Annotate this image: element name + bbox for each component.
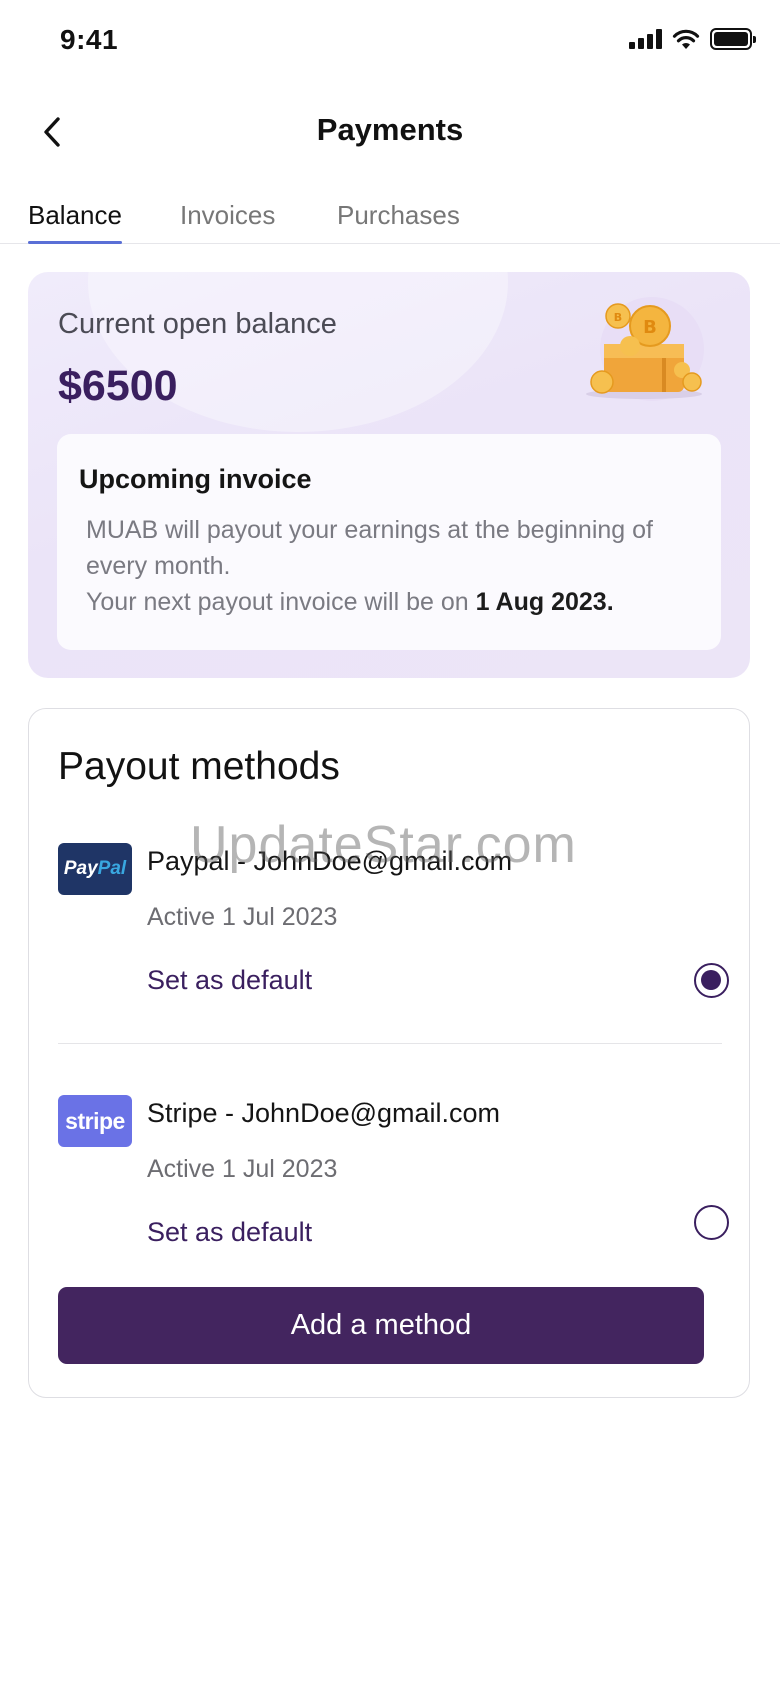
method-name: Paypal - JohnDoe@gmail.com <box>147 846 513 876</box>
cellular-signal-icon <box>629 29 662 49</box>
battery-icon <box>710 28 756 50</box>
paypal-logo: Pay Pal <box>58 843 132 895</box>
payout-method-stripe: stripe Stripe - JohnDoe@gmail.com Active… <box>58 1095 722 1275</box>
wifi-icon <box>672 29 700 49</box>
gold-coins-box-icon: B B <box>586 297 704 401</box>
svg-text:B: B <box>614 311 622 324</box>
add-method-button[interactable]: Add a method <box>58 1287 704 1364</box>
default-radio-paypal[interactable] <box>694 963 729 998</box>
invoice-line-2: Your next payout invoice will be on <box>86 588 476 616</box>
active-tab-indicator <box>28 241 122 244</box>
set-default-link[interactable]: Set as default <box>147 965 312 996</box>
payout-method-paypal: Pay Pal Paypal - JohnDoe@gmail.com Active… <box>58 843 722 1023</box>
tab-balance[interactable]: Balance <box>28 200 122 231</box>
balance-amount: $6500 <box>58 362 178 410</box>
payout-methods-card: Payout methods Pay Pal Paypal - JohnDoe@g… <box>28 708 750 1398</box>
balance-label: Current open balance <box>58 308 337 340</box>
method-status: Active 1 Jul 2023 <box>147 1155 338 1183</box>
tab-invoices[interactable]: Invoices <box>180 200 275 231</box>
invoice-line-1: MUAB will payout your earnings at the be… <box>86 516 653 580</box>
balance-card: Current open balance $6500 B B Upcoming … <box>28 272 750 678</box>
stripe-logo: stripe <box>58 1095 132 1147</box>
status-time: 9:41 <box>60 24 119 55</box>
status-bar: 9:41 <box>0 0 780 82</box>
page-title: Payments <box>0 112 780 148</box>
default-radio-stripe[interactable] <box>694 1205 729 1240</box>
upcoming-invoice-box: Upcoming invoice MUAB will payout your e… <box>57 434 721 650</box>
upcoming-invoice-title: Upcoming invoice <box>79 464 312 494</box>
svg-text:B: B <box>643 317 657 338</box>
payout-methods-title: Payout methods <box>58 745 340 788</box>
next-payout-date: 1 Aug 2023. <box>475 588 614 616</box>
header: Payments <box>0 92 780 172</box>
upcoming-invoice-text: MUAB will payout your earnings at the be… <box>86 512 696 620</box>
tab-bar: Balance Invoices Purchases <box>0 188 780 244</box>
method-name: Stripe - JohnDoe@gmail.com <box>147 1098 501 1128</box>
method-status: Active 1 Jul 2023 <box>147 903 338 931</box>
divider <box>58 1043 722 1044</box>
status-icons <box>629 28 756 50</box>
tab-purchases[interactable]: Purchases <box>337 200 460 231</box>
page-title-text: Payments <box>316 112 464 147</box>
set-default-link[interactable]: Set as default <box>147 1217 312 1248</box>
